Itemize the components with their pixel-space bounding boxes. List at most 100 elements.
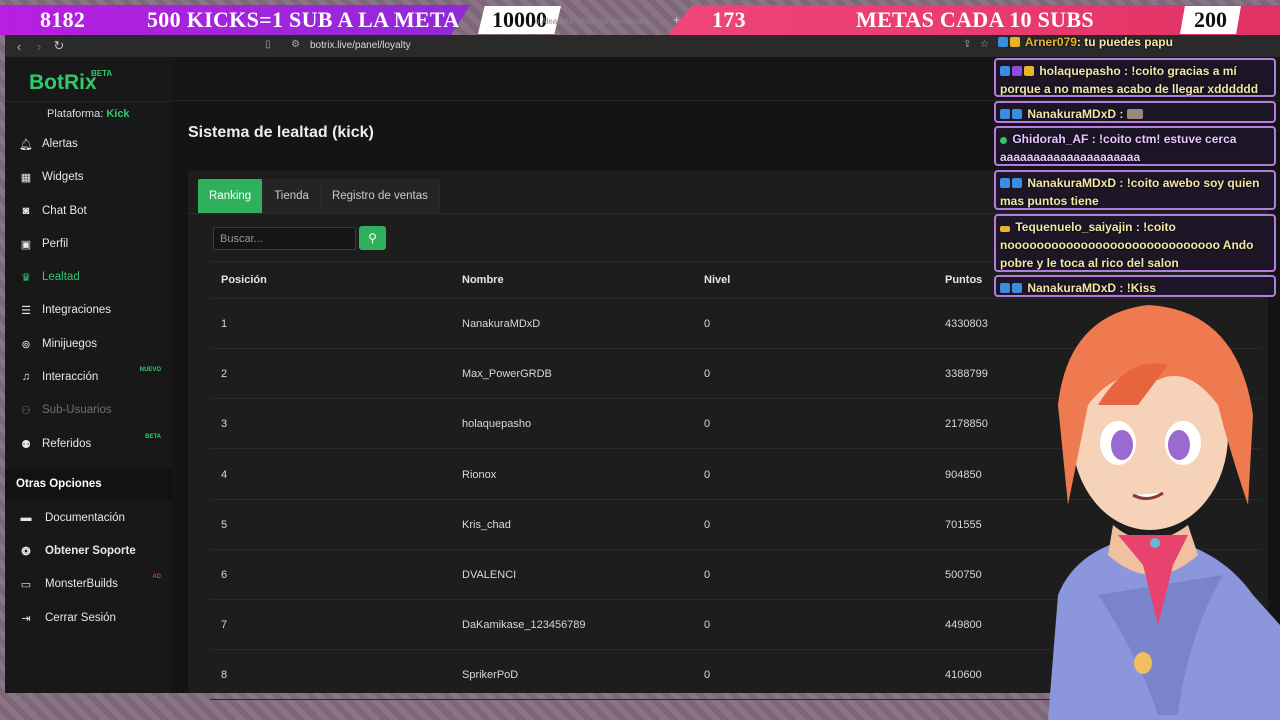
vtuber-avatar [1048,305,1280,720]
table-cell-pos: 1 [221,318,228,330]
badge-icon [1000,226,1010,232]
chat-username: Ghidorah_AF [1012,132,1089,146]
column-header[interactable]: Puntos [945,274,982,286]
brand-logo[interactable]: BotRix [29,71,97,95]
table-cell-pos: 7 [221,619,228,632]
sidebar-item-perfil[interactable]: ▣ Perfil [5,229,171,259]
tab-registro-ventas[interactable]: Registro de ventas [320,179,440,213]
grid-icon: ▦ [20,171,32,184]
trophy-icon: ♛ [21,271,31,284]
column-header[interactable]: Nombre [462,274,504,286]
crown-icon [1024,66,1034,76]
table-cell-pos: 5 [221,518,228,531]
forward-icon[interactable]: › [29,39,49,54]
table-cell-points: 904850 [945,468,982,481]
new-badge: NUEVO [139,367,161,373]
sidebar-item-widgets[interactable]: ▦ Widgets [5,162,171,192]
table-cell-level: 0 [704,569,711,581]
column-header[interactable]: Nivel [704,274,730,286]
sidebar-item-label: Chat Bot [42,205,87,217]
sub-icon [1012,178,1022,188]
robot-icon: ◙ [22,205,30,217]
table-cell-points: 410600 [945,669,982,682]
tab-ranking[interactable]: Ranking [198,179,264,213]
sidebar-item-sub-usuarios[interactable]: ⚇ Sub-Usuarios [5,395,171,425]
brand-beta-badge: BETA [91,69,113,78]
page-title: Sistema de lealtad (kick) [188,124,374,141]
chat-username: Arner079 [1024,35,1077,49]
table-cell-points: 449800 [945,619,982,632]
sidebar-item-integraciones[interactable]: ☰ Integraciones [5,295,171,325]
table-cell-points: 701555 [945,518,982,531]
table-cell-points: 500750 [945,569,982,581]
sub-icon [1012,283,1022,293]
table-cell-level: 0 [704,368,711,381]
sidebar-item-chat-bot[interactable]: ◙ Chat Bot [5,196,171,226]
chat-message: holaquepasho : !coito gracias a mí porqu… [994,58,1276,97]
sidebar-item-interaccion[interactable]: ♫ Interacción NUEVO [5,362,171,392]
table-cell-pos: 2 [221,368,228,381]
avatar-button [1134,652,1152,674]
table-cell-pos: 4 [221,468,228,481]
music-icon: ♫ [21,371,31,383]
share-icon[interactable]: ⇪ [963,39,971,50]
sidebar-item-label: Cerrar Sesión [45,612,116,624]
users-icon: ⚇ [21,404,31,417]
column-header[interactable]: Posición [221,274,267,286]
badge-icon [1000,283,1010,293]
badge-icon [1000,178,1010,188]
chat-text: : !Kiss [1119,281,1157,295]
platform-label: Plataforma: [47,108,104,120]
back-icon[interactable]: ‹ [9,39,29,54]
reload-icon[interactable]: ↻ [49,38,69,54]
chat-username: NanakuraMDxD [1027,281,1117,295]
id-card-icon: ▣ [20,238,32,251]
gem-icon [1012,66,1022,76]
avatar-iris-left [1111,430,1133,460]
other-options-title: Otras Opciones [16,478,102,490]
sidebar-item-documentacion[interactable]: ▬ Documentación [5,503,171,533]
new-tab-icon[interactable]: + [673,13,680,27]
site-info-icon[interactable]: ⚙ [291,39,300,50]
table-cell-name: DaKamikase_123456789 [462,619,586,632]
sidebar-item-lealtad[interactable]: ♛ Lealtad [5,262,171,292]
table-cell-name: SprikerPoD [462,669,519,682]
url-field[interactable]: botrix.live/panel/loyalty [310,40,411,51]
chat-message: NanakuraMDxD : [994,101,1276,123]
sidebar-item-referidos[interactable]: ⚉ Referidos BETA [5,429,171,459]
user-group-icon: ⚉ [21,438,31,451]
sidebar-item-label: MonsterBuilds [45,578,118,590]
bell-icon: 🔔︎ [19,138,33,151]
sidebar-item-minijuegos[interactable]: ⊚ Minijuegos [5,329,171,359]
chat-username: NanakuraMDxD [1027,176,1117,190]
sidebar-item-soporte[interactable]: ❂ Obtener Soporte [5,536,171,566]
tab-tienda[interactable]: Tienda [263,179,321,213]
sidebar-item-alertas[interactable]: 🔔︎ Alertas [5,129,171,159]
table-cell-level: 0 [704,318,711,330]
search-button[interactable]: ⚲ [359,226,386,250]
table-cell-name: DVALENCI [462,569,517,581]
platform-value: Kick [106,108,130,120]
avatar-iris-right [1168,430,1190,460]
table-cell-points: 2178850 [945,418,988,431]
chat-message: Tequenuelo_saiyajin : !coito noooooooooo… [994,214,1276,272]
sidebar-item-cerrar-sesion[interactable]: ⇥ Cerrar Sesión [5,603,171,633]
table-cell-name: holaquepasho [462,418,532,431]
crown-icon [1010,37,1020,47]
table-cell-name: Max_PowerGRDB [462,368,552,381]
star-icon[interactable]: ☆ [980,39,989,50]
chat-message: NanakuraMDxD : !Kiss [994,275,1276,297]
bookmark-icon[interactable]: ▯ [265,39,271,50]
avatar-brooch [1150,538,1160,548]
badge-icon [1000,66,1010,76]
search-input[interactable] [213,227,356,250]
browser-tab-title[interactable]: o Aleatoria - Selector Personaliz [535,17,649,26]
sidebar-item-monsterbuilds[interactable]: ▭ MonsterBuilds AD [5,569,171,599]
chat-message: NanakuraMDxD : !coito awebo soy quien ma… [994,170,1276,210]
sidebar-item-label: Widgets [42,171,84,183]
platform-indicator: Plataforma: Kick [47,108,130,120]
table-cell-pos: 6 [221,569,228,581]
sub-icon [1012,109,1022,119]
monitor-icon: ▭ [20,578,32,591]
sidebar-item-label: Obtener Soporte [45,545,136,557]
